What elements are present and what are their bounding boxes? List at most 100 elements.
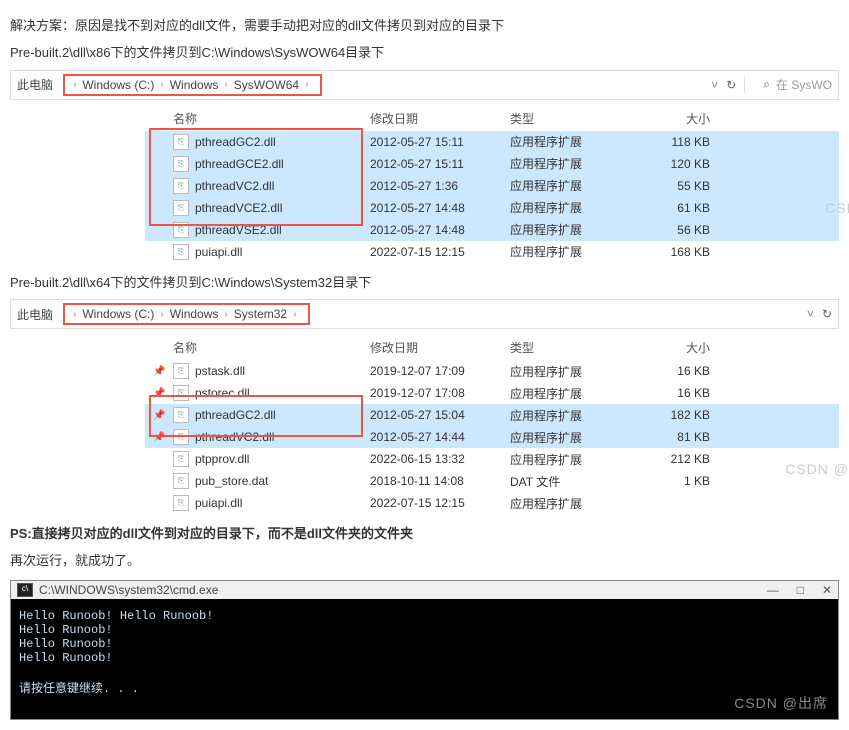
bc1-seg-1[interactable]: Windows bbox=[170, 78, 219, 92]
cmd-window: c\ C:\WINDOWS\system32\cmd.exe — □ ✕ Hel… bbox=[10, 580, 839, 720]
file-date: 2018-10-11 14:08 bbox=[370, 474, 510, 488]
bc2-seg-2[interactable]: System32 bbox=[234, 307, 287, 321]
file-name-text: pthreadGC2.dll bbox=[195, 135, 276, 149]
dropdown-icon[interactable]: ˅ bbox=[807, 307, 814, 321]
file-row[interactable]: ⎘pub_store.dat2018-10-11 14:08DAT 文件1 KB bbox=[145, 470, 839, 492]
refresh-icon[interactable]: ↻ bbox=[822, 307, 832, 321]
bc2-path-highlight: › Windows (C:) › Windows › System32 › bbox=[63, 303, 310, 325]
file-type: 应用程序扩展 bbox=[510, 133, 640, 150]
file-size: 168 KB bbox=[640, 245, 710, 259]
file-size: 16 KB bbox=[640, 364, 710, 378]
file-type: 应用程序扩展 bbox=[510, 199, 640, 216]
breadcrumb-2[interactable]: 此电脑 › Windows (C:) › Windows › System32 … bbox=[10, 299, 839, 329]
file-icon: ⎘ bbox=[173, 473, 189, 489]
bc1-seg-0[interactable]: Windows (C:) bbox=[82, 78, 154, 92]
pin-icon: 📌 bbox=[153, 410, 167, 421]
file-type: 应用程序扩展 bbox=[510, 385, 640, 402]
file-row[interactable]: ⎘pthreadVCE2.dll2012-05-27 14:48应用程序扩展61… bbox=[145, 197, 839, 219]
file-date: 2022-06-15 13:32 bbox=[370, 452, 510, 466]
file-size: 120 KB bbox=[640, 157, 710, 171]
file-row[interactable]: ⎘ptpprov.dll2022-06-15 13:32应用程序扩展212 KB bbox=[145, 448, 839, 470]
file-name-text: ptpprov.dll bbox=[195, 452, 249, 466]
file-date: 2012-05-27 1:36 bbox=[370, 179, 510, 193]
file-icon: ⎘ bbox=[173, 200, 189, 216]
file-name-text: pthreadGCE2.dll bbox=[195, 157, 284, 171]
col-name[interactable]: 名称 bbox=[145, 339, 370, 356]
breadcrumb-1[interactable]: 此电脑 › Windows (C:) › Windows › SysWOW64 … bbox=[10, 70, 839, 100]
file-date: 2012-05-27 14:48 bbox=[370, 223, 510, 237]
col-type[interactable]: 类型 bbox=[510, 110, 640, 127]
file-type: 应用程序扩展 bbox=[510, 177, 640, 194]
cmd-output: Hello Runoob! Hello Runoob! Hello Runoob… bbox=[11, 599, 838, 719]
file-date: 2022-07-15 12:15 bbox=[370, 245, 510, 259]
file-row[interactable]: 📌⎘pthreadVC2.dll2012-05-27 14:44应用程序扩展81… bbox=[145, 426, 839, 448]
file-type: 应用程序扩展 bbox=[510, 407, 640, 424]
cmd-title-text: C:\WINDOWS\system32\cmd.exe bbox=[39, 583, 218, 597]
chevron-right-icon: › bbox=[73, 79, 76, 90]
search-box-1[interactable]: ⌕ 在 SysWO bbox=[744, 76, 832, 93]
col-date[interactable]: 修改日期 bbox=[370, 339, 510, 356]
file-size: 55 KB bbox=[640, 179, 710, 193]
file-date: 2012-05-27 15:04 bbox=[370, 408, 510, 422]
bc2-seg-0[interactable]: Windows (C:) bbox=[82, 307, 154, 321]
file-icon: ⎘ bbox=[173, 178, 189, 194]
file-row[interactable]: ⎘puiapi.dll2022-07-15 12:15应用程序扩展168 KB bbox=[145, 241, 839, 263]
bc1-path-highlight: › Windows (C:) › Windows › SysWOW64 › bbox=[63, 74, 322, 96]
pin-icon: 📌 bbox=[153, 366, 167, 377]
chevron-right-icon: › bbox=[224, 79, 227, 90]
pin-icon: 📌 bbox=[153, 388, 167, 399]
file-date: 2019-12-07 17:09 bbox=[370, 364, 510, 378]
file-size: 81 KB bbox=[640, 430, 710, 444]
file-icon: ⎘ bbox=[173, 156, 189, 172]
file-row[interactable]: 📌⎘pstorec.dll2019-12-07 17:08应用程序扩展16 KB bbox=[145, 382, 839, 404]
ps-note: PS:直接拷贝对应的dll文件到对应的目录下，而不是dll文件夹的文件夹 bbox=[10, 524, 839, 545]
col-date[interactable]: 修改日期 bbox=[370, 110, 510, 127]
file-icon: ⎘ bbox=[173, 451, 189, 467]
file-row[interactable]: ⎘pthreadVSE2.dll2012-05-27 14:48应用程序扩展56… bbox=[145, 219, 839, 241]
minimize-button[interactable]: — bbox=[767, 583, 779, 597]
file-size: 118 KB bbox=[640, 135, 710, 149]
cmd-titlebar[interactable]: c\ C:\WINDOWS\system32\cmd.exe — □ ✕ bbox=[11, 581, 838, 599]
file-type: 应用程序扩展 bbox=[510, 495, 640, 512]
file-date: 2012-05-27 14:48 bbox=[370, 201, 510, 215]
file-name-text: puiapi.dll bbox=[195, 245, 242, 259]
file-size: 16 KB bbox=[640, 386, 710, 400]
refresh-icon[interactable]: ↻ bbox=[726, 78, 736, 92]
file-row[interactable]: 📌⎘pstask.dll2019-12-07 17:09应用程序扩展16 KB bbox=[145, 360, 839, 382]
file-date: 2012-05-27 14:44 bbox=[370, 430, 510, 444]
dropdown-icon[interactable]: ˅ bbox=[711, 78, 718, 92]
col-type[interactable]: 类型 bbox=[510, 339, 640, 356]
bc2-root[interactable]: 此电脑 bbox=[17, 306, 53, 323]
chevron-right-icon: › bbox=[160, 79, 163, 90]
file-type: 应用程序扩展 bbox=[510, 429, 640, 446]
col-size[interactable]: 大小 bbox=[640, 339, 710, 356]
file-header-2: 名称 修改日期 类型 大小 bbox=[145, 335, 839, 360]
file-icon: ⎘ bbox=[173, 222, 189, 238]
col-name[interactable]: 名称 bbox=[145, 110, 370, 127]
file-row[interactable]: ⎘pthreadVC2.dll2012-05-27 1:36应用程序扩展55 K… bbox=[145, 175, 839, 197]
close-button[interactable]: ✕ bbox=[822, 583, 832, 597]
file-size: 182 KB bbox=[640, 408, 710, 422]
bc1-root[interactable]: 此电脑 bbox=[17, 76, 53, 93]
file-row[interactable]: 📌⎘pthreadGC2.dll2012-05-27 15:04应用程序扩展18… bbox=[145, 404, 839, 426]
col-size[interactable]: 大小 bbox=[640, 110, 710, 127]
search-icon: ⌕ bbox=[763, 77, 770, 92]
rerun-text: 再次运行，就成功了。 bbox=[10, 551, 839, 572]
file-icon: ⎘ bbox=[173, 495, 189, 511]
file-type: 应用程序扩展 bbox=[510, 221, 640, 238]
bc1-seg-2[interactable]: SysWOW64 bbox=[234, 78, 299, 92]
file-row[interactable]: ⎘puiapi.dll2022-07-15 12:15应用程序扩展 bbox=[145, 492, 839, 514]
file-row[interactable]: ⎘pthreadGCE2.dll2012-05-27 15:11应用程序扩展12… bbox=[145, 153, 839, 175]
file-row[interactable]: ⎘pthreadGC2.dll2012-05-27 15:11应用程序扩展118… bbox=[145, 131, 839, 153]
file-icon: ⎘ bbox=[173, 385, 189, 401]
maximize-button[interactable]: □ bbox=[797, 583, 804, 597]
file-icon: ⎘ bbox=[173, 134, 189, 150]
file-type: 应用程序扩展 bbox=[510, 363, 640, 380]
file-type: 应用程序扩展 bbox=[510, 155, 640, 172]
file-header-1: 名称 修改日期 类型 大小 bbox=[145, 106, 839, 131]
chevron-right-icon: › bbox=[305, 79, 308, 90]
chevron-right-icon: › bbox=[293, 309, 296, 320]
bc2-seg-1[interactable]: Windows bbox=[170, 307, 219, 321]
pin-icon: 📌 bbox=[153, 432, 167, 443]
file-name-text: pstask.dll bbox=[195, 364, 245, 378]
